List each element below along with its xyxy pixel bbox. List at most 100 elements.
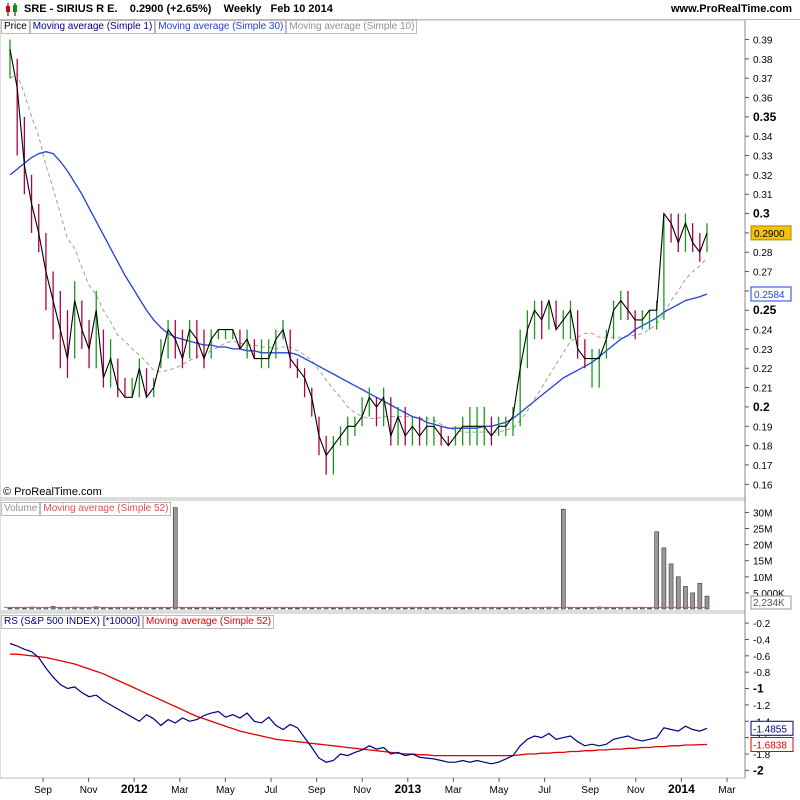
price-tick-label: 0.22 [753, 364, 773, 375]
volume-bar [115, 607, 121, 610]
volume-bar [604, 607, 609, 610]
rs-line [9, 642, 708, 765]
tag-volume[interactable]: Volume [1, 502, 41, 516]
volume-tick-label: 10M [753, 573, 772, 584]
tag-volume-ma[interactable]: Moving average (Simple 52) [40, 502, 172, 516]
volume-panel-frame [0, 499, 746, 612]
x-tick-label: Nov [353, 785, 371, 796]
volume-panel-tags: Volume Moving average (Simple 52) [1, 502, 172, 516]
ma1-line [9, 49, 708, 457]
volume-bar [532, 607, 537, 610]
rs-tick-label: -0.8 [753, 668, 771, 679]
grid-layer [0, 19, 746, 779]
last-quote: 0.2900 (+2.65%) [129, 3, 212, 15]
volume-bar [208, 607, 214, 610]
volume-bar [453, 607, 458, 610]
price-tick-label: 0.21 [753, 384, 773, 395]
volume-bar [273, 607, 279, 610]
volume-bar [697, 582, 703, 610]
volume-bar [43, 607, 49, 610]
volume-bar [151, 607, 157, 610]
volume-bar [165, 607, 171, 610]
volume-bar [338, 607, 343, 610]
tag-ma1[interactable]: Moving average (Simple 1) [29, 20, 156, 34]
last-price-tag-text: 0.2900 [754, 229, 785, 240]
volume-last-tag-text: 2,234K [753, 598, 785, 609]
volume-bar [467, 607, 473, 610]
volume-bar [402, 607, 408, 610]
volume-bar [259, 607, 264, 610]
price-tick-label: 0.27 [753, 268, 773, 279]
rs-ma52-line [10, 653, 708, 757]
volume-bar [366, 607, 372, 610]
volume-bar [553, 607, 559, 610]
price-tick-label: 0.32 [753, 171, 773, 182]
chart-canvas: 0.39 0.38 0.37 0.36 0.35 0.34 0.33 0.32 0.31 0.3 0… [0, 19, 794, 796]
volume-bar [525, 607, 530, 610]
volume-bar [79, 607, 85, 610]
volume-bar [223, 607, 228, 610]
price-tick-label: 0.28 [753, 248, 773, 259]
volume-bar [201, 607, 207, 610]
price-tick-label: 0.23 [753, 345, 773, 356]
volume-bar [252, 607, 257, 610]
rs-tick-label: -0.6 [753, 652, 771, 663]
price-tick-label: 0.19 [753, 422, 773, 433]
rs-tick-label: -2 [753, 763, 764, 777]
volume-bar [108, 607, 113, 610]
volume-bar [611, 607, 616, 610]
volume-bar [65, 607, 70, 610]
site-label[interactable]: www.ProRealTime.com [671, 0, 792, 19]
rs-ma-tag-text: -1.6838 [753, 740, 787, 751]
x-tick-label: May [490, 785, 509, 796]
price-tick-label: 0.18 [753, 442, 773, 453]
volume-bar [309, 607, 315, 610]
price-tick-label: 0.38 [753, 55, 773, 66]
tag-ma30[interactable]: Moving average (Simple 30) [155, 20, 287, 34]
volume-bar [431, 607, 437, 610]
volume-bar [216, 607, 221, 610]
volume-bar [129, 607, 135, 610]
volume-bar [237, 607, 243, 610]
volume-bar [438, 607, 444, 610]
volume-bar [632, 607, 638, 610]
volume-bar [22, 607, 27, 610]
volume-bar [352, 607, 358, 610]
rs-value-tag-text: -1.4855 [753, 724, 787, 735]
volume-bar [374, 607, 379, 610]
volume-bar [244, 607, 250, 610]
volume-bar [496, 607, 501, 610]
header-left: SRE - SIRIUS R E. 0.2900 (+2.65%) Weekly… [24, 0, 333, 19]
price-tick-label: 0.34 [753, 132, 773, 143]
volume-bar [675, 576, 681, 610]
volume-bar [661, 547, 667, 610]
price-tick-label: 0.3 [753, 207, 770, 221]
ma10-line [9, 73, 708, 433]
volume-bar [137, 607, 142, 610]
volume-tick-label: 20M [753, 541, 772, 552]
volume-bar [560, 508, 566, 610]
x-tick-label: Jul [265, 785, 278, 796]
rs-tick-label: -1 [753, 682, 764, 696]
volume-bar [510, 607, 516, 610]
price-tick-label: 0.36 [753, 94, 773, 105]
tag-price[interactable]: Price [1, 20, 30, 34]
volume-bar [230, 607, 236, 610]
volume-bar [410, 607, 415, 610]
tag-rs-ma[interactable]: Moving average (Simple 52) [143, 615, 275, 629]
x-tick-label: 2013 [394, 782, 421, 796]
volume-tick-label: 15M [753, 557, 772, 568]
volume-bar [280, 607, 286, 610]
ma30-line [9, 151, 708, 429]
volume-bar [690, 592, 695, 610]
x-tick-label: 2014 [668, 782, 695, 796]
tag-ma10[interactable]: Moving average (Simple 10) [286, 20, 418, 34]
volume-bar [295, 607, 300, 610]
volume-bar [180, 607, 185, 610]
volume-bar [474, 607, 480, 610]
volume-bar [539, 607, 545, 610]
date-label: Feb 10 2014 [270, 3, 333, 15]
tag-rs[interactable]: RS (S&P 500 INDEX) [*10000] [1, 615, 143, 629]
rs-tick-label: -1.2 [753, 701, 771, 712]
axis-layer: 0.39 0.38 0.37 0.36 0.35 0.34 0.33 0.32 0.31 0.3 0… [34, 36, 794, 796]
